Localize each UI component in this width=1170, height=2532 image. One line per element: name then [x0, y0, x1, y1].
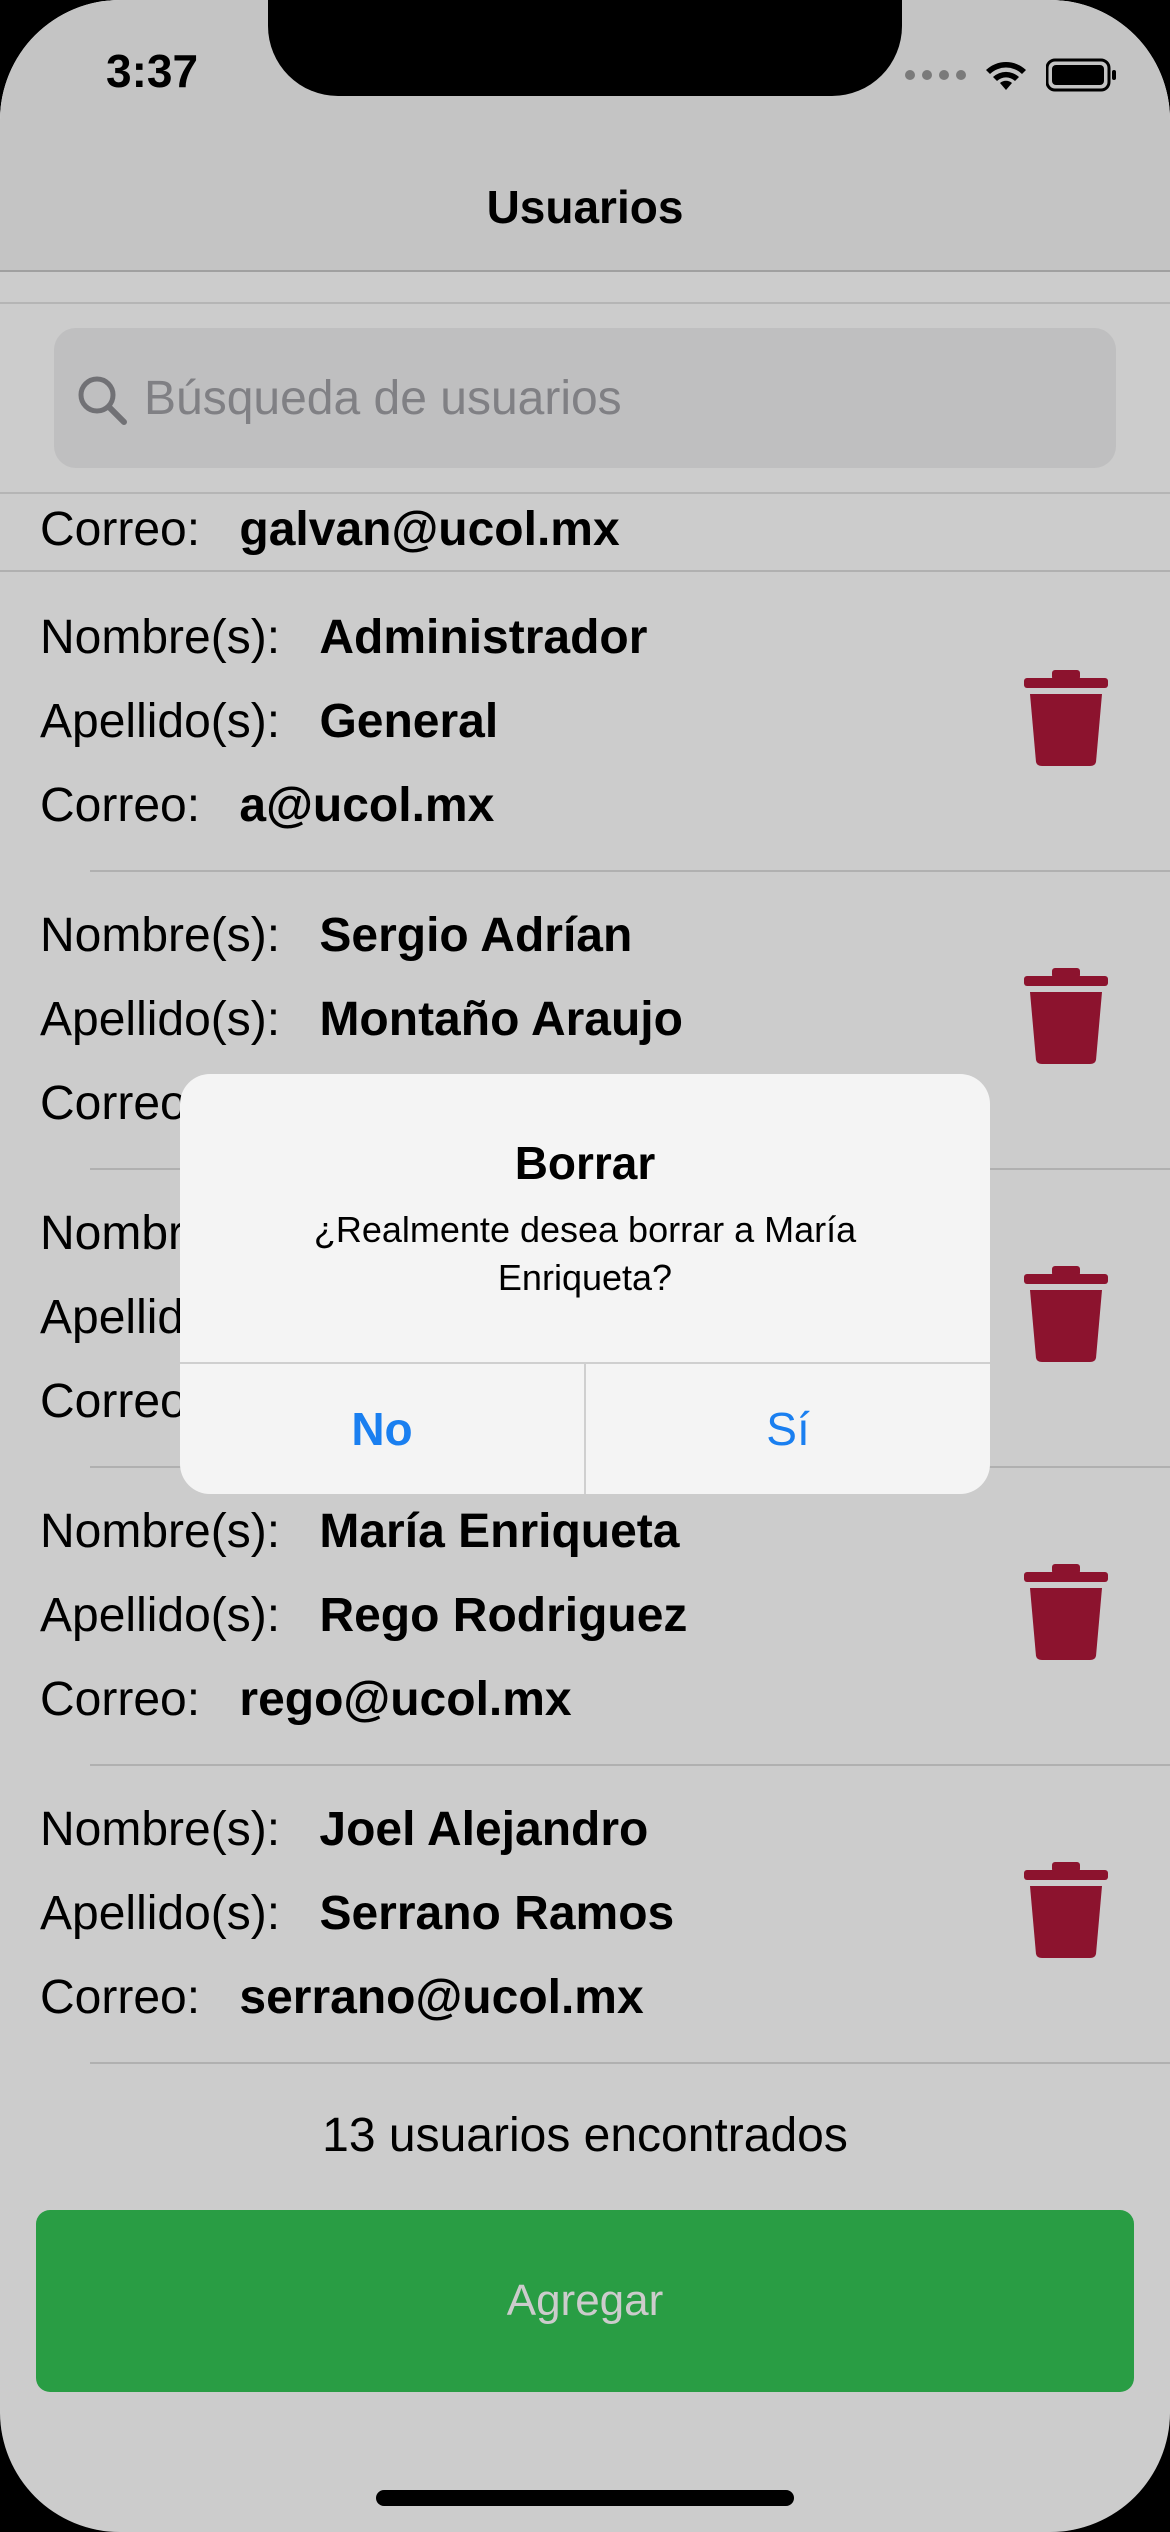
- no-button[interactable]: No: [180, 1364, 584, 1494]
- delete-alert: Borrar ¿Realmente desea borrar a María E…: [180, 1074, 990, 1494]
- alert-message: ¿Realmente desea borrar a María Enriquet…: [313, 1209, 857, 1298]
- yes-button[interactable]: Sí: [586, 1364, 990, 1494]
- home-indicator[interactable]: [376, 2490, 794, 2506]
- alert-title: Borrar: [514, 1137, 656, 1189]
- phone-screen: 3:37 Usuarios Búsqueda de usuarios Corre…: [0, 0, 1170, 2532]
